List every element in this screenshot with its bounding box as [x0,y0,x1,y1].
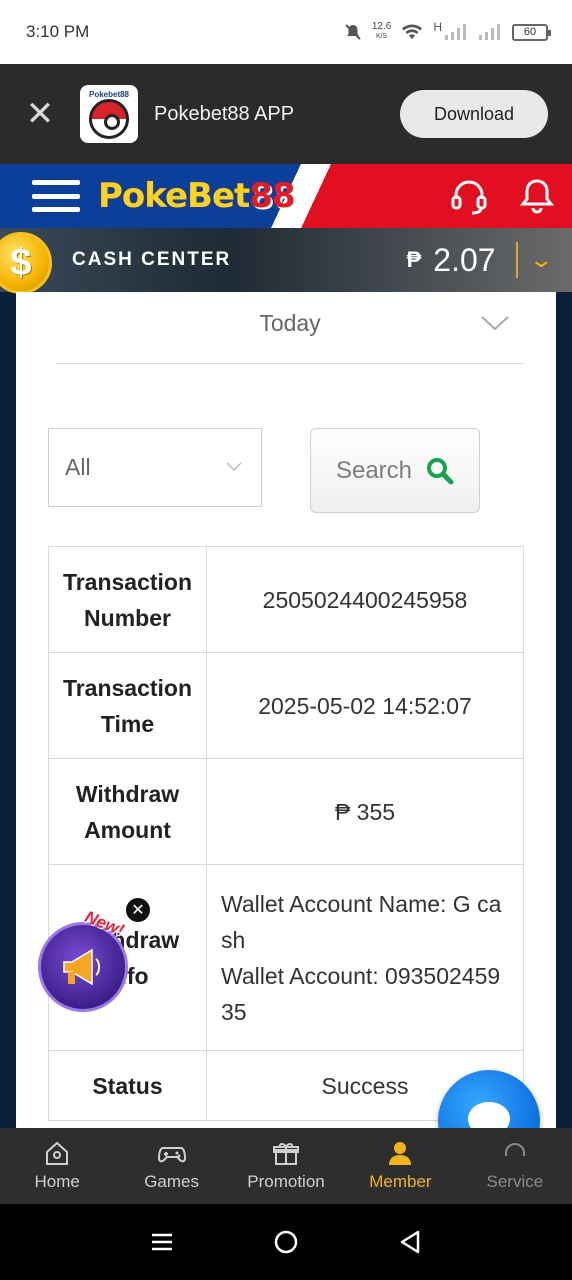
headset-icon[interactable] [448,175,490,217]
menu-icon[interactable] [32,176,80,216]
person-icon [389,1142,412,1165]
nav-games[interactable]: Games [114,1128,228,1204]
nav-label: Member [369,1172,432,1191]
balance-display[interactable]: ₱ 2.07 ⌄ [407,242,572,279]
nav-promotion[interactable]: Promotion [229,1128,343,1204]
table-row: Transaction Time 2025-05-02 14:52:07 [48,652,524,759]
signal-icon [445,24,466,40]
nav-member[interactable]: Member [343,1128,457,1204]
home-circle-icon[interactable] [273,1229,299,1255]
date-range-value: Today [259,310,321,336]
nav-home[interactable]: Home [0,1128,114,1204]
wifi-icon [402,24,423,39]
date-range-select[interactable]: Today [56,292,524,364]
bottom-nav: Home Games Promotion Member Service [0,1128,572,1204]
app-name: Pokebet88 APP [154,102,295,125]
app-download-banner: ✕ Pokebet88 Pokebet88 APP Download [0,64,572,164]
cash-center-bar: $ CASH CENTER ₱ 2.07 ⌄ [0,228,572,294]
brand-logo[interactable]: PokeBet88 [98,176,296,216]
header-actions [448,175,558,217]
row-label: Withdraw Amount [48,758,207,865]
row-label: Status [48,1050,207,1121]
home-icon [46,1141,69,1165]
download-button[interactable]: Download [400,90,548,138]
gift-icon [273,1143,300,1165]
net-speed: 12.6 K/S [371,21,392,41]
row-label: Transaction Number [48,546,207,653]
battery-icon: 60 [512,23,551,41]
nav-label: Service [486,1172,544,1191]
balance-amount: 2.07 [433,241,496,278]
chevron-down-icon[interactable]: ⌄ [528,247,554,273]
cash-center-label: CASH CENTER [72,249,232,270]
currency-symbol: ₱ [406,247,422,272]
search-label: Search [335,456,413,484]
mute-bell-icon [345,24,361,40]
nav-label: Games [144,1172,199,1191]
promo-floating-button[interactable]: New! [36,907,132,1012]
signal-icon-2 [479,24,500,40]
row-value: Wallet Account Name: G cash Wallet Accou… [206,864,524,1051]
signal-type: H [433,20,442,34]
wallet-account-number: Wallet Account: 09350245935 [221,962,501,1025]
type-filter-value: All [65,454,91,480]
nav-label: Promotion [247,1172,325,1191]
clock: 3:10 PM [26,22,90,41]
table-row: Transaction Number 2505024400245958 [48,546,524,653]
coin-icon: $ [0,232,52,294]
nav-service[interactable]: Service [458,1128,572,1204]
row-value: 2505024400245958 [206,546,524,653]
status-icons: 12.6 K/S H 60 [344,20,551,42]
row-label: Transaction Time [48,652,207,759]
status-bar: 3:10 PM 12.6 K/S H 60 [0,0,572,64]
nav-label: Home [34,1172,80,1191]
close-promo-icon[interactable]: ✕ [124,896,152,924]
divider [515,242,518,278]
table-row: Withdraw Amount ₱ 355 [48,758,524,865]
wallet-account-name: Wallet Account Name: G cash [221,890,502,953]
headset-icon [504,1143,525,1156]
row-value: ₱ 355 [206,758,524,865]
brand-header: PokeBet88 [0,164,572,228]
close-banner-icon[interactable]: ✕ [0,97,80,131]
chevron-down-icon [481,316,509,331]
app-logo: Pokebet88 [80,85,138,143]
type-filter-select[interactable]: All [48,428,262,507]
pokeball-icon [89,98,129,139]
recent-apps-icon[interactable] [150,1230,174,1254]
system-nav-bar [0,1204,572,1280]
gamepad-icon [157,1147,186,1163]
chevron-down-icon [226,462,242,472]
transaction-table: Transaction Number 2505024400245958 Tran… [48,546,524,1121]
row-value: 2025-05-02 14:52:07 [206,652,524,759]
notification-bell-icon[interactable] [516,175,558,217]
search-icon [427,457,454,484]
back-triangle-icon[interactable] [398,1229,422,1255]
search-button[interactable]: Search [310,428,480,513]
